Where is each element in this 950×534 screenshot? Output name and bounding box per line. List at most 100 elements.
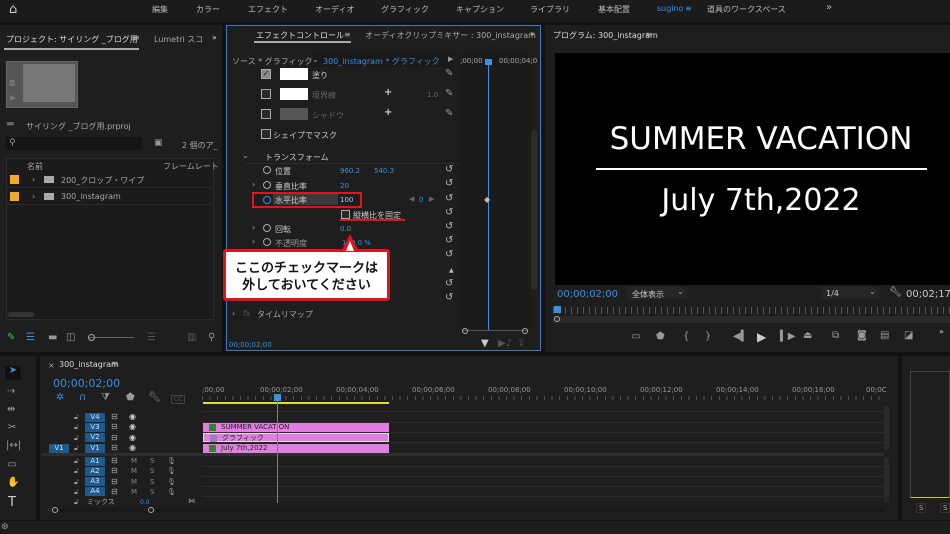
solo-left[interactable]: S	[916, 503, 927, 513]
program-playhead[interactable]	[554, 306, 561, 313]
shadow-color-swatch[interactable]	[280, 108, 308, 120]
menu-effects[interactable]: エフェクト	[248, 4, 288, 15]
stroke-width[interactable]: 1.0	[427, 91, 438, 99]
sync-lock-icon[interactable]: ⊟	[111, 433, 118, 443]
effect-controls-timecode[interactable]: 00;00;02;00	[229, 341, 272, 349]
snap-icon[interactable]: ∩	[79, 393, 86, 403]
timeline-timecode[interactable]: 00;00;02;00	[53, 377, 120, 390]
hand-tool-icon[interactable]: ✋	[7, 478, 19, 488]
sequence-menu-icon[interactable]: ≡	[111, 359, 118, 368]
safe-margins-icon[interactable]: ▭	[631, 332, 640, 342]
solo-button[interactable]: S	[150, 456, 154, 466]
step-back-icon[interactable]: ◀▍	[733, 332, 748, 342]
add-stroke-icon[interactable]: +	[384, 88, 392, 98]
col-framerate[interactable]: フレームレート	[163, 161, 219, 172]
keyframe-diamond-icon[interactable]: ◆	[484, 195, 490, 204]
menu-graphics[interactable]: グラフィック	[381, 4, 429, 15]
mask-checkbox[interactable]	[261, 129, 271, 139]
project-menu-icon[interactable]: ≡	[133, 33, 140, 42]
ripple-edit-tool-icon[interactable]: ⇹	[7, 405, 15, 415]
list-view-icon[interactable]: ☰	[26, 333, 35, 343]
program-ruler[interactable]	[553, 307, 950, 314]
track-a1[interactable]: A1	[85, 457, 105, 466]
lock-icon[interactable]: 🔓︎	[74, 477, 79, 487]
program-tab[interactable]: プログラム: 300_instagram	[553, 30, 658, 41]
mute-button[interactable]: M	[131, 466, 137, 476]
nest-icon[interactable]: ✲	[56, 393, 64, 403]
fit-dropdown[interactable]: 全体表示 ⌄	[627, 287, 687, 299]
eyedropper-icon[interactable]: ✎	[445, 69, 453, 79]
vscale-value[interactable]: 20	[340, 182, 349, 190]
program-scroll[interactable]	[553, 316, 950, 323]
creative-cloud-icon[interactable]: ⊛	[1, 523, 9, 532]
track-v3[interactable]: V3	[85, 423, 105, 432]
add-keyframe-icon[interactable]: 0	[419, 196, 423, 204]
reset-icon[interactable]: ↺	[445, 221, 453, 232]
voiceover-mic-icon[interactable]: 🎙︎	[167, 456, 176, 466]
timeline-h-scroll[interactable]	[52, 507, 884, 513]
sync-lock-icon[interactable]: ⊟	[111, 487, 118, 497]
add-marker-icon[interactable]: ⬟	[126, 393, 135, 403]
reset-icon[interactable]: ↺	[445, 278, 453, 289]
menu-libraries[interactable]: ライブラリ	[530, 4, 570, 15]
prev-keyframe-icon[interactable]: ◀	[409, 195, 414, 203]
reset-icon[interactable]: ↺	[445, 164, 453, 175]
settings-wrench-icon[interactable]: 🔧︎	[148, 393, 161, 403]
project-search-input[interactable]	[6, 137, 142, 150]
lock-icon[interactable]: 🔓︎	[74, 433, 79, 443]
home-icon[interactable]: ⌂	[9, 3, 17, 16]
workspace-menu-icon[interactable]: ≡	[685, 4, 692, 13]
stopwatch-icon[interactable]	[263, 166, 271, 174]
export-frame-icon[interactable]: ◙	[857, 331, 867, 341]
lumetri-tab[interactable]: Lumetri スコ	[154, 34, 203, 45]
multicam-icon[interactable]: ◪	[904, 331, 913, 341]
wrench-icon[interactable]: 🔧︎	[889, 288, 902, 298]
list-item[interactable]: › 300_instagram	[7, 189, 213, 205]
mute-button[interactable]: M	[131, 456, 137, 466]
expand-chevron-icon[interactable]: ›	[252, 223, 255, 232]
project-tab[interactable]: プロジェクト: サイリング _ブログ用	[6, 34, 138, 45]
clip-date[interactable]: July 7th,2022	[203, 444, 389, 453]
effect-controls-tab[interactable]: エフェクトコントロール	[256, 30, 344, 41]
add-shadow-icon[interactable]: +	[384, 108, 392, 118]
step-forward-icon[interactable]: ▍▶	[780, 332, 795, 342]
type-tool-icon[interactable]: T	[8, 496, 16, 509]
comparison-view-icon[interactable]: ▤	[880, 331, 889, 341]
mini-zoom-scroll[interactable]	[462, 328, 528, 335]
freeform-view-icon[interactable]: ◫	[66, 333, 75, 343]
transform-chevron-icon[interactable]: ⌄	[242, 151, 249, 160]
audio-v-scroll[interactable]	[884, 458, 889, 502]
sort-icon[interactable]: ☰	[147, 333, 156, 343]
menu-assembly[interactable]: 基本配置	[598, 4, 630, 15]
lock-icon[interactable]: 🔓︎	[74, 456, 79, 466]
track-v2[interactable]: V2	[85, 433, 105, 442]
fill-checkbox[interactable]: ✓	[261, 69, 271, 79]
play-button-icon[interactable]: ▶	[757, 331, 766, 343]
reset-icon[interactable]: ↺	[445, 249, 453, 260]
track-a3[interactable]: A3	[85, 477, 105, 486]
next-keyframe-icon[interactable]: ▶	[429, 195, 434, 203]
voiceover-mic-icon[interactable]: 🎙︎	[167, 487, 176, 497]
track-select-tool-icon[interactable]: ⇢	[7, 387, 15, 397]
position-x-value[interactable]: 960.2	[340, 167, 360, 175]
workspace-sugino[interactable]: sugino	[657, 4, 684, 13]
play-audio-icon[interactable]: ▶♪	[498, 339, 512, 349]
reset-icon[interactable]: ↺	[445, 292, 453, 303]
sync-lock-icon[interactable]: ⊟	[111, 466, 118, 476]
stopwatch-icon[interactable]	[263, 181, 271, 189]
rectangle-tool-icon[interactable]: ▭	[7, 460, 16, 470]
linked-selection-icon[interactable]: ⧩	[101, 393, 110, 403]
voiceover-mic-icon[interactable]: 🎙︎	[167, 466, 176, 476]
extract-icon[interactable]: ⧉	[832, 331, 839, 341]
mix-value[interactable]: 0.0	[140, 499, 150, 506]
lift-icon[interactable]: ⏏	[803, 331, 812, 341]
mark-in-icon[interactable]: {	[683, 332, 689, 342]
mini-playhead-handle[interactable]	[485, 59, 492, 65]
expand-chevron-icon[interactable]: ›	[252, 237, 255, 246]
new-search-bin-icon[interactable]: ▣	[154, 139, 163, 148]
zoom-slider[interactable]	[88, 334, 134, 341]
stroke-color-swatch[interactable]	[280, 88, 308, 100]
program-more[interactable]: »	[939, 327, 944, 336]
track-a2[interactable]: A2	[85, 467, 105, 476]
sync-lock-icon[interactable]: ⊟	[111, 456, 118, 466]
